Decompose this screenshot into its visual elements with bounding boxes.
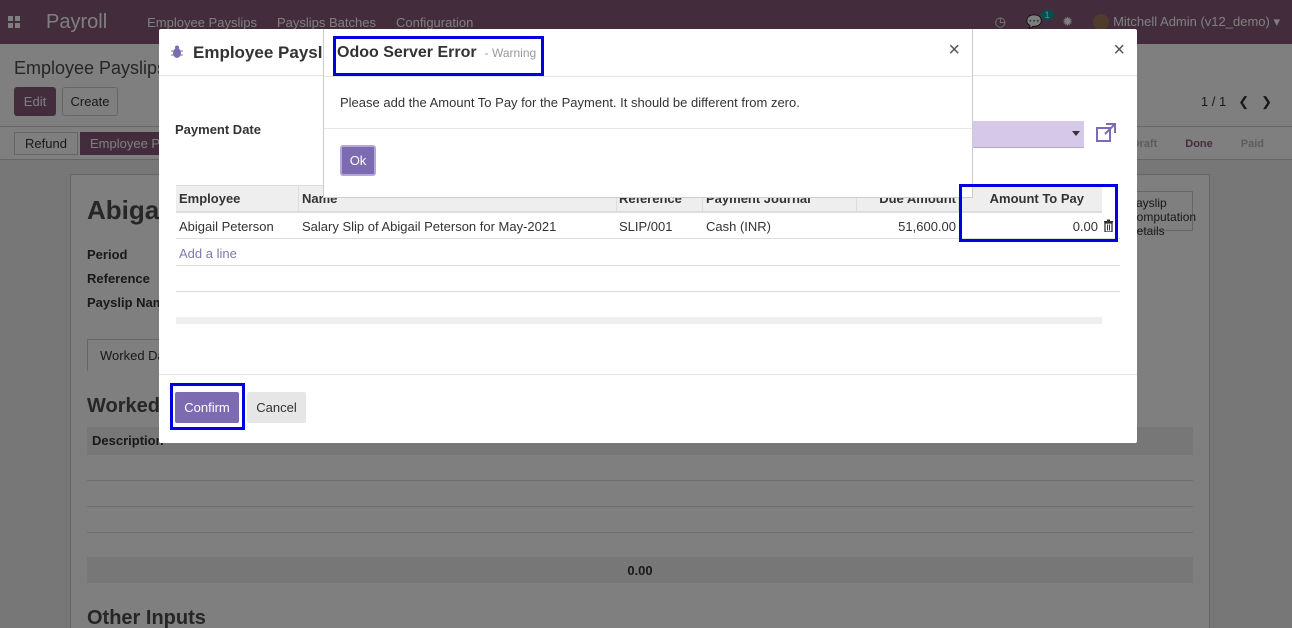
payment-date-label: Payment Date — [175, 122, 261, 137]
bug-icon — [171, 45, 183, 58]
add-line-link[interactable]: Add a line — [179, 246, 237, 261]
error-subtitle: - Warning — [484, 46, 537, 60]
table-footer — [176, 317, 1102, 324]
cell-payment-journal[interactable]: Cash (INR) — [706, 219, 771, 234]
close-icon[interactable]: × — [1113, 39, 1125, 62]
external-link-icon[interactable] — [1095, 122, 1117, 144]
cell-reference[interactable]: SLIP/001 — [619, 219, 673, 234]
cell-due-amount[interactable]: 51,600.00 — [898, 219, 956, 234]
server-error-dialog: Odoo Server Error - Warning × Please add … — [323, 29, 973, 198]
table-row[interactable]: Abigail Peterson Salary Slip of Abigail … — [176, 213, 1120, 239]
caret-down-icon — [1072, 131, 1080, 136]
ok-button[interactable]: Ok — [340, 145, 376, 176]
close-icon[interactable]: × — [948, 39, 960, 62]
error-dialog-footer: Ok — [324, 128, 972, 198]
cell-employee[interactable]: Abigail Peterson — [179, 219, 274, 234]
col-employee[interactable]: Employee — [179, 191, 240, 206]
journal-select[interactable] — [971, 121, 1084, 148]
confirm-button[interactable]: Confirm — [175, 392, 239, 423]
error-message: Please add the Amount To Pay for the Pay… — [340, 95, 800, 110]
row-divider — [176, 291, 1120, 292]
cell-name[interactable]: Salary Slip of Abigail Peterson for May-… — [302, 219, 556, 234]
col-amount-to-pay[interactable]: Amount To Pay — [990, 191, 1084, 206]
error-dialog-header: Odoo Server Error - Warning × — [324, 29, 972, 77]
trash-icon[interactable] — [1103, 219, 1114, 232]
row-divider — [176, 265, 1120, 266]
cancel-button[interactable]: Cancel — [247, 392, 306, 423]
cell-amount-to-pay[interactable]: 0.00 — [1073, 219, 1098, 234]
error-title-text: Odoo Server Error — [337, 44, 477, 61]
column-divider — [298, 186, 299, 212]
dialog-footer: Confirm Cancel — [159, 374, 1137, 443]
error-dialog-title: Odoo Server Error - Warning — [337, 44, 536, 62]
